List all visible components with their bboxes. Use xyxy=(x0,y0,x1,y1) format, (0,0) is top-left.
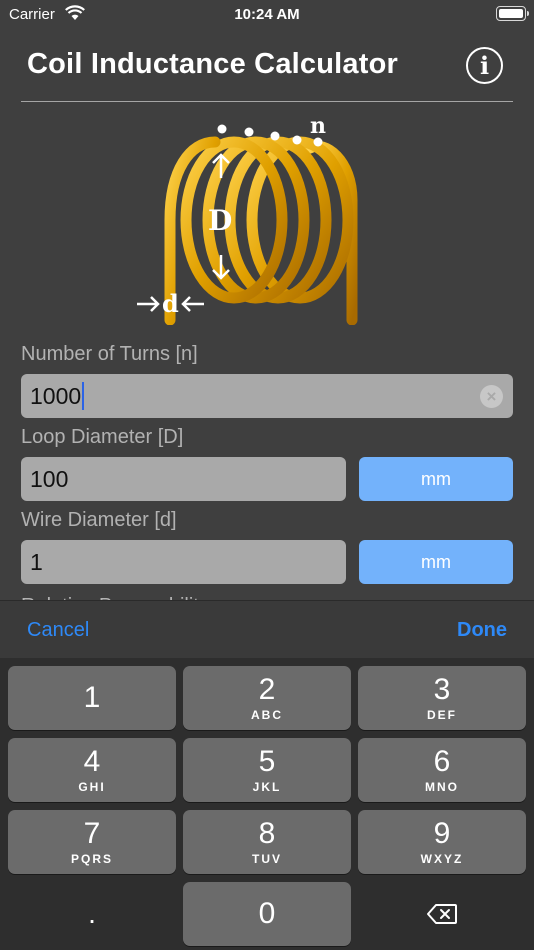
key-1[interactable]: 1 xyxy=(8,666,176,730)
key-letters: GHI xyxy=(78,779,106,794)
wire-diameter-label: Wire Diameter [d] xyxy=(21,509,177,531)
key-0[interactable]: 0 xyxy=(183,882,351,946)
key-letters: WXYZ xyxy=(420,851,464,866)
key-letters: TUV xyxy=(252,851,282,866)
key-letters: PQRS xyxy=(70,851,113,866)
text-caret xyxy=(82,382,85,410)
info-icon: i xyxy=(479,51,490,80)
key-digit: 8 xyxy=(258,816,276,850)
key-letters: DEF xyxy=(427,707,457,722)
key-digit: 4 xyxy=(83,744,101,778)
key-digit: 3 xyxy=(433,672,451,706)
loop-diameter-value: 100 xyxy=(30,465,69,492)
coil-diagram: n D d xyxy=(137,113,358,325)
key-9[interactable]: 9 WXYZ xyxy=(358,810,526,874)
loop-diameter-input[interactable]: 100 xyxy=(21,457,346,501)
label-D: D xyxy=(208,204,232,237)
key-digit: 9 xyxy=(433,816,451,850)
key-decimal[interactable]: . xyxy=(8,882,176,946)
done-button[interactable]: Done xyxy=(457,619,507,642)
status-time: 10:24 AM xyxy=(234,6,300,23)
key-digit: 5 xyxy=(258,744,276,778)
key-7[interactable]: 7 PQRS xyxy=(8,810,176,874)
wire-diameter-unit-label: mm xyxy=(421,551,451,572)
key-8[interactable]: 8 TUV xyxy=(183,810,351,874)
key-digit: 2 xyxy=(258,672,276,706)
key-4[interactable]: 4 GHI xyxy=(8,738,176,802)
turns-input[interactable]: 1000 × xyxy=(21,374,513,418)
battery-icon xyxy=(496,6,529,21)
label-n: n xyxy=(310,113,326,139)
wire-diameter-unit-button[interactable]: mm xyxy=(359,540,513,584)
key-6[interactable]: 6 MNO xyxy=(358,738,526,802)
info-button[interactable]: i xyxy=(466,47,503,84)
key-letters: JKL xyxy=(252,779,282,794)
key-5[interactable]: 5 JKL xyxy=(183,738,351,802)
clear-icon[interactable]: × xyxy=(480,385,503,408)
cancel-button[interactable]: Cancel xyxy=(27,619,89,642)
page-title: Coil Inductance Calculator xyxy=(27,48,398,80)
backspace-icon xyxy=(427,904,457,924)
key-digit: 1 xyxy=(83,681,101,714)
permeability-label: Relative Permeability xyxy=(21,586,209,600)
wire-diameter-value: 1 xyxy=(30,548,43,575)
header-divider xyxy=(21,101,513,102)
turns-label: Number of Turns [n] xyxy=(21,343,198,365)
key-letters: ABC xyxy=(251,707,283,722)
delete-key[interactable] xyxy=(358,882,526,946)
status-bar: Carrier 10:24 AM xyxy=(0,0,534,30)
key-decimal-label: . xyxy=(88,898,96,929)
loop-diameter-unit-button[interactable]: mm xyxy=(359,457,513,501)
key-digit: 7 xyxy=(83,816,101,850)
key-2[interactable]: 2 ABC xyxy=(183,666,351,730)
key-letters: MNO xyxy=(425,779,459,794)
turns-value: 1000 xyxy=(30,382,82,409)
loop-diameter-label: Loop Diameter [D] xyxy=(21,426,184,448)
key-digit: 6 xyxy=(433,744,451,778)
key-3[interactable]: 3 DEF xyxy=(358,666,526,730)
label-d: d xyxy=(162,289,179,318)
loop-diameter-unit-label: mm xyxy=(421,468,451,489)
key-digit: 0 xyxy=(258,897,276,930)
wire-diameter-input[interactable]: 1 xyxy=(21,540,346,584)
keyboard-toolbar: Cancel Done xyxy=(0,600,534,658)
